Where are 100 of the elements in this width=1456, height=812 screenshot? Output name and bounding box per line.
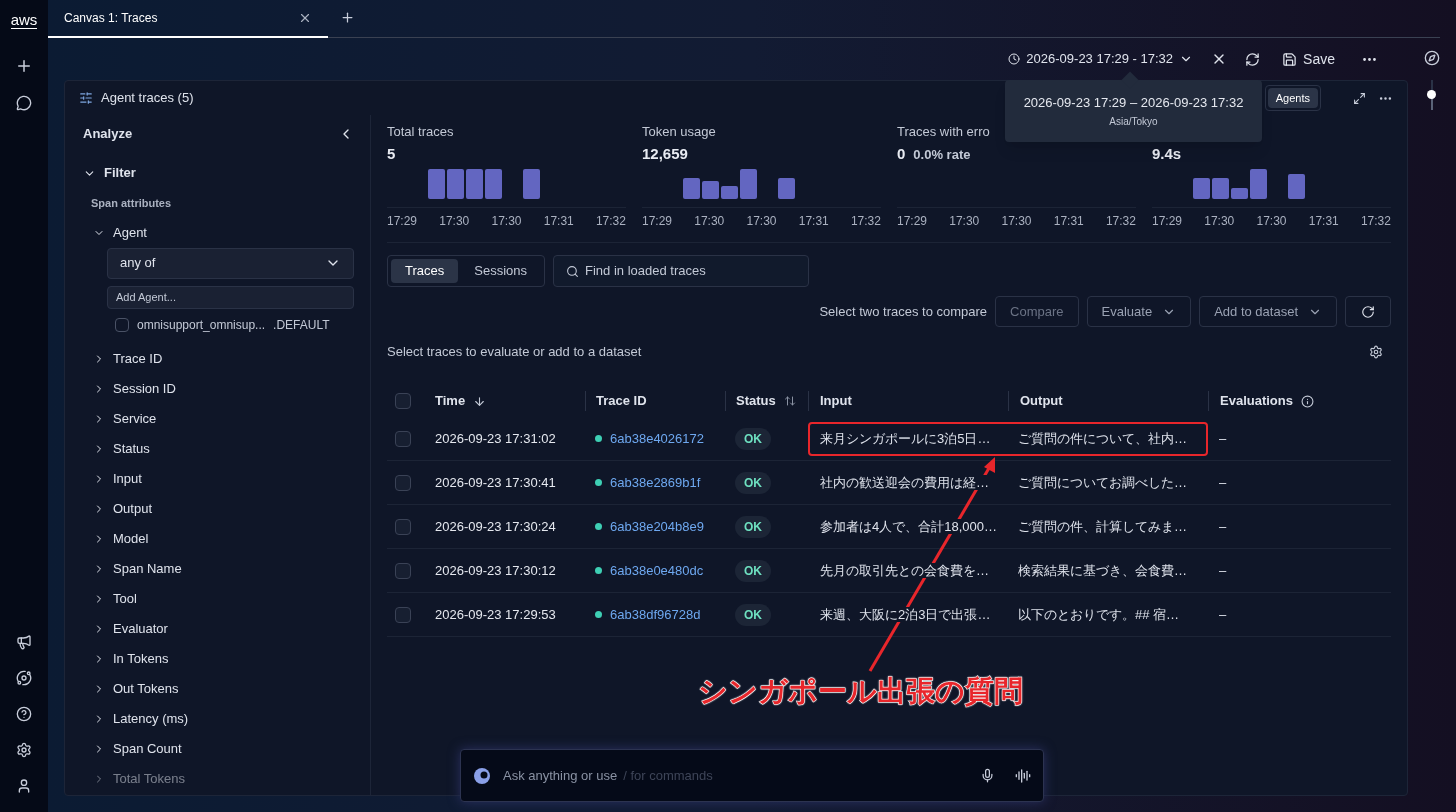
axis-label: 17:31	[1308, 213, 1339, 230]
canvas-tab[interactable]: Canvas 1: Traces	[48, 0, 328, 38]
view-option[interactable]: Agents	[1267, 87, 1318, 109]
filter-item[interactable]: Agent	[93, 217, 354, 248]
filter-item[interactable]: Evaluator	[93, 613, 354, 644]
save-icon	[1282, 51, 1298, 67]
filter-item[interactable]: Span Count	[93, 733, 354, 764]
trace-id-link[interactable]: 6ab38df96728d	[610, 604, 701, 625]
refresh-icon[interactable]	[1245, 51, 1261, 67]
metric-title: Traces with erro	[897, 124, 990, 139]
filter-item[interactable]: Session ID	[93, 373, 354, 404]
search-icon	[566, 264, 579, 278]
trace-id-link[interactable]: 6ab38e4026172	[610, 428, 704, 449]
trace-id-link[interactable]: 6ab38e2869b1f	[610, 472, 701, 493]
command-hint: / for commands	[623, 766, 713, 785]
time-cell: 2026-09-23 17:30:41	[435, 474, 556, 490]
axis-label: 17:30	[1256, 213, 1287, 230]
view-tab[interactable]: Sessions	[460, 259, 541, 283]
input-cell: 参加者は4人で、合計18,000…	[820, 518, 997, 534]
analyze-title: Analyze	[83, 125, 133, 144]
row-checkbox[interactable]	[395, 430, 411, 447]
search-field[interactable]: Find in loaded traces	[553, 255, 809, 287]
clock-icon	[1008, 53, 1021, 65]
filter-item[interactable]: Span Name	[93, 553, 354, 584]
output-cell: ご質問についてお調べした…	[1018, 474, 1187, 490]
column-header[interactable]: Evaluations	[1220, 391, 1293, 411]
megaphone-icon[interactable]	[16, 634, 32, 650]
time-range-button[interactable]: 2026-09-23 17:29 - 17:32	[1008, 49, 1194, 69]
axis-label: 17:31	[1053, 213, 1084, 230]
maximize-icon[interactable]	[1353, 91, 1366, 105]
placeholder-text: Ask anything or use	[503, 766, 618, 785]
reload-icon	[1361, 304, 1375, 319]
compass-icon[interactable]	[1424, 50, 1440, 66]
filter-item[interactable]: Input	[93, 463, 354, 494]
column-header[interactable]: Input	[820, 391, 852, 411]
view-tab[interactable]: Traces	[391, 259, 459, 283]
chat-icon[interactable]	[16, 95, 32, 111]
time-cell: 2026-09-23 17:31:02	[435, 430, 556, 446]
logo[interactable]: aws	[10, 12, 38, 29]
action-button[interactable]: Add to dataset	[1199, 296, 1337, 327]
table-note: Select traces to evaluate or add to a dataset	[387, 343, 642, 362]
axis-label: 17:30	[949, 213, 980, 230]
settings-icon[interactable]	[1369, 345, 1383, 359]
column-header[interactable]: Output	[1020, 391, 1063, 411]
filter-item[interactable]: Tool	[93, 583, 354, 614]
column-header[interactable]: Time	[435, 391, 466, 411]
operator-select[interactable]: any of	[107, 247, 354, 279]
metric-title: Total traces	[387, 124, 454, 139]
voice-icon[interactable]	[1015, 767, 1031, 784]
compare-hint: Select two traces to compare	[819, 302, 988, 321]
panel-title: Agent traces (5)	[101, 89, 194, 108]
filter-item[interactable]: Total Tokens	[93, 763, 354, 794]
filter-item[interactable]: Service	[93, 403, 354, 434]
filter-item[interactable]: Out Tokens	[93, 673, 354, 704]
chat-input-field[interactable]: Ask anything or use / for commands	[460, 749, 1044, 802]
settings-icon[interactable]	[16, 742, 32, 758]
select-all-checkbox[interactable]	[395, 393, 411, 409]
filter-item[interactable]: In Tokens	[93, 643, 354, 674]
row-checkbox[interactable]	[395, 474, 411, 491]
zoom-thumb[interactable]	[1427, 90, 1436, 99]
axis-label: 17:30	[1204, 213, 1235, 230]
add-icon[interactable]	[15, 57, 33, 75]
close-icon[interactable]	[298, 11, 312, 25]
filter-item[interactable]: Output	[93, 493, 354, 524]
help-icon[interactable]	[16, 706, 32, 722]
row-checkbox[interactable]	[395, 562, 411, 579]
filter-item[interactable]: Status	[93, 433, 354, 464]
axis-label: 17:32	[595, 213, 626, 230]
microphone-icon[interactable]	[980, 768, 995, 783]
sliders-icon[interactable]	[79, 91, 93, 105]
column-header[interactable]: Trace ID	[596, 391, 647, 411]
new-tab-icon[interactable]	[340, 10, 355, 25]
action-button[interactable]: Evaluate	[1086, 296, 1192, 327]
row-checkbox[interactable]	[395, 518, 411, 535]
planet-icon[interactable]	[16, 670, 32, 686]
checkbox[interactable]	[115, 317, 129, 332]
column-header[interactable]: Status	[736, 391, 776, 411]
input-cell: 来月シンガポールに3泊5日…	[820, 430, 991, 446]
tooltip-timezone: Asia/Tokyo	[1109, 115, 1158, 130]
filter-item[interactable]: Latency (ms)	[93, 703, 354, 734]
info-icon[interactable]	[1300, 394, 1314, 408]
input-cell: 先月の取引先との会食費を…	[820, 562, 989, 578]
sort-icon[interactable]	[783, 395, 796, 407]
evaluations-cell: –	[1219, 606, 1227, 622]
save-button[interactable]: Save	[1282, 48, 1335, 70]
sort-arrow-icon[interactable]	[473, 394, 487, 408]
user-icon[interactable]	[16, 778, 32, 794]
axis-label: 17:32	[1105, 213, 1136, 230]
reload-button[interactable]	[1345, 296, 1391, 327]
filter-item[interactable]: Trace ID	[93, 343, 354, 374]
trace-id-link[interactable]: 6ab38e0e480dc	[610, 560, 704, 581]
axis-label: 17:32	[1360, 213, 1391, 230]
filter-item[interactable]: Model	[93, 523, 354, 554]
filter-toggle[interactable]: Filter	[83, 153, 354, 193]
time-cell: 2026-09-23 17:29:53	[435, 606, 556, 622]
row-checkbox[interactable]	[395, 606, 411, 623]
add-agent-field[interactable]: Add Agent...	[107, 285, 354, 309]
metric-title: Token usage	[642, 124, 716, 139]
trace-id-link[interactable]: 6ab38e204b8e9	[610, 516, 704, 537]
axis-label: 17:29	[897, 213, 928, 230]
